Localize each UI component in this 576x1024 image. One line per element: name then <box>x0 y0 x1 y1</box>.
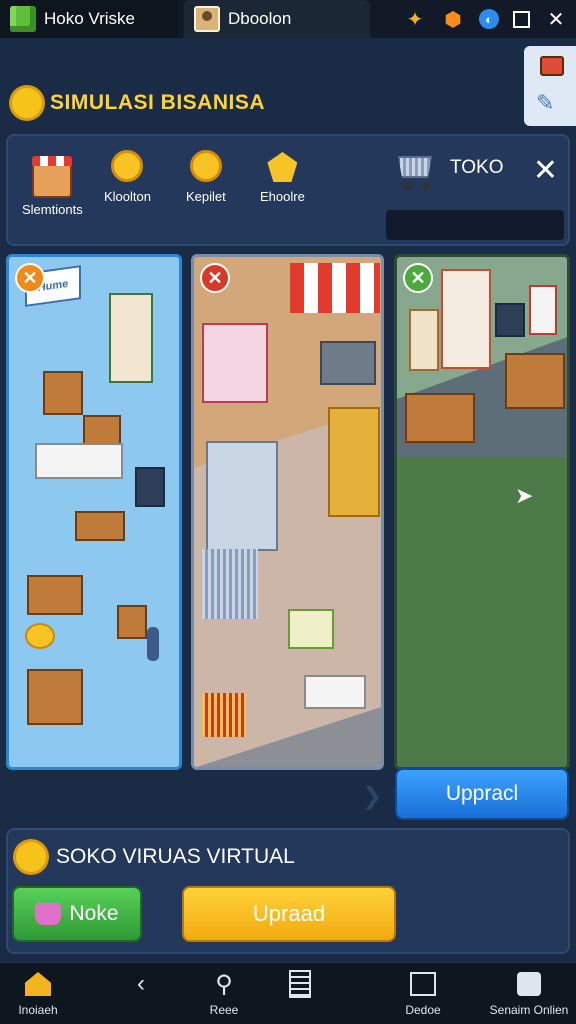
back-icon: ‹ <box>137 970 145 997</box>
gem-icon <box>267 152 298 182</box>
resource-label: Kloolton <box>104 189 151 204</box>
storefront-image <box>328 407 380 517</box>
desk-image <box>75 511 125 541</box>
coin-table-image <box>27 575 83 615</box>
document-icon <box>289 970 311 998</box>
resource-label: Kepilet <box>186 189 226 204</box>
resource-item-gems[interactable]: Ehoolre <box>260 152 305 204</box>
store-indicator[interactable]: TOKO <box>394 146 504 190</box>
cart-image <box>202 549 258 619</box>
gear-icon <box>12 88 42 118</box>
page-title-text: SIMULASI BISANISA <box>50 91 266 114</box>
search-icon: ⚲ <box>215 970 233 998</box>
close-window-icon[interactable]: ✕ <box>544 7 568 31</box>
nav-item-online[interactable]: Senaim Onlien <box>486 969 572 1017</box>
nav-label: Senaim Onlien <box>489 1003 569 1017</box>
basket-icon <box>35 903 62 925</box>
resource-label: Ehoolre <box>260 189 305 204</box>
tool-box-icon[interactable] <box>540 56 564 76</box>
resource-item-coins[interactable]: Kloolton <box>104 150 151 204</box>
nav-item-document[interactable] <box>282 969 318 1003</box>
counter-image <box>35 443 123 479</box>
store-button-label: Noke <box>69 902 119 925</box>
wrench-icon[interactable]: ✎ <box>536 90 564 115</box>
crate-image <box>83 415 121 445</box>
card-upgrade-button[interactable]: Uppracl <box>395 768 569 820</box>
side-tool-panel[interactable]: ✎ <box>524 46 576 126</box>
remove-card-button[interactable]: ✕ <box>15 263 45 293</box>
register-counter-image <box>505 353 565 409</box>
globe-icon[interactable]: ◐ <box>479 9 499 29</box>
nav-label: Dedoe <box>405 1003 441 1017</box>
fridge-image <box>206 441 278 551</box>
home-icon <box>25 972 51 996</box>
shield-icon[interactable]: ⬢ <box>441 7 465 31</box>
nav-item-home[interactable]: Inoiaeh <box>10 969 66 1017</box>
crate-image <box>117 605 147 639</box>
bottom-navigation: Inoiaeh ‹ ⚲ Reee Dedoe Senaim Onlien <box>0 962 576 1024</box>
counter-image <box>405 393 475 443</box>
virtual-store-title: SOKO VIRUAS VIRTUAL <box>56 845 295 868</box>
frame-icon <box>410 972 436 996</box>
document-tab-title: Dboolon <box>228 9 292 28</box>
kiosk-image <box>202 323 268 403</box>
shelf-image <box>441 269 491 369</box>
coin-icon <box>189 150 222 182</box>
maximize-icon[interactable] <box>513 10 530 28</box>
nav-label: Inoiaeh <box>18 1003 58 1017</box>
store-label: TOKO <box>450 157 504 178</box>
store-button[interactable]: Noke <box>12 886 142 942</box>
cursor-arrow-icon: ➤ <box>515 483 534 508</box>
large-crate-image <box>27 669 83 725</box>
shop-street-card[interactable]: ✕ <box>191 254 384 770</box>
nav-item-frame[interactable]: Dedoe <box>398 969 448 1017</box>
portrait-icon <box>194 6 220 32</box>
office-desk-image <box>304 675 366 709</box>
document-tab[interactable]: Dboolon <box>184 0 370 38</box>
coin-icon <box>111 150 144 182</box>
cart-icon <box>394 146 438 190</box>
store-interior-card[interactable]: ➤ ✕ <box>394 254 570 770</box>
page-title: SIMULASI BISANISA <box>12 88 265 118</box>
virtual-store-panel: SOKO VIRUAS VIRTUAL Noke Upraad <box>6 828 570 954</box>
remove-card-button[interactable]: ✕ <box>200 263 230 293</box>
close-panel-button[interactable]: ✕ <box>533 156 558 186</box>
app-tab-title: Hoko Vriske <box>44 9 136 28</box>
poster-image <box>109 293 153 383</box>
empty-lot <box>397 457 567 767</box>
sign-board-image <box>288 609 334 649</box>
nav-item-search[interactable]: ⚲ Reee <box>198 969 250 1018</box>
checkout-desk-image <box>320 341 376 385</box>
resource-item-shop[interactable]: Slemtionts <box>22 156 83 217</box>
gear-icon <box>16 842 46 872</box>
warehouse-card[interactable]: Hume ✕ <box>6 254 182 770</box>
cube-icon <box>517 972 541 996</box>
app-tab[interactable]: Hoko Vriske <box>0 0 178 38</box>
puzzle-icon[interactable]: ✦ <box>403 7 427 31</box>
remove-card-button[interactable]: ✕ <box>403 263 433 293</box>
window-titlebar: Hoko Vriske Dboolon ✦ ⬢ ◐ ✕ <box>0 0 576 38</box>
coin-stack-image <box>25 623 55 649</box>
resource-panel: Slemtionts Kloolton Kepilet Ehoolre TOKO… <box>6 134 570 246</box>
next-arrow-icon[interactable]: ❯ <box>362 782 382 811</box>
worker-figure <box>147 627 159 661</box>
crate-image <box>43 371 83 415</box>
window-controls: ✦ ⬢ ◐ ✕ <box>403 0 568 38</box>
poster-image <box>409 309 439 371</box>
nav-item-back[interactable]: ‹ <box>118 969 164 1003</box>
nav-label: Reee <box>209 1003 239 1017</box>
resource-label: Slemtionts <box>22 202 83 217</box>
shop-icon <box>32 156 73 198</box>
virtual-store-heading: SOKO VIRUAS VIRTUAL <box>16 842 295 872</box>
store-progress-field <box>386 210 564 240</box>
menu-board-image <box>529 285 557 335</box>
monitor-image <box>495 303 525 337</box>
resource-item-capital[interactable]: Kepilet <box>186 150 226 204</box>
cart-image <box>202 693 246 737</box>
upgrade-button[interactable]: Upraad <box>182 886 396 942</box>
screen-image <box>135 467 165 507</box>
app-cube-icon <box>10 6 36 32</box>
awning-image <box>290 263 380 313</box>
